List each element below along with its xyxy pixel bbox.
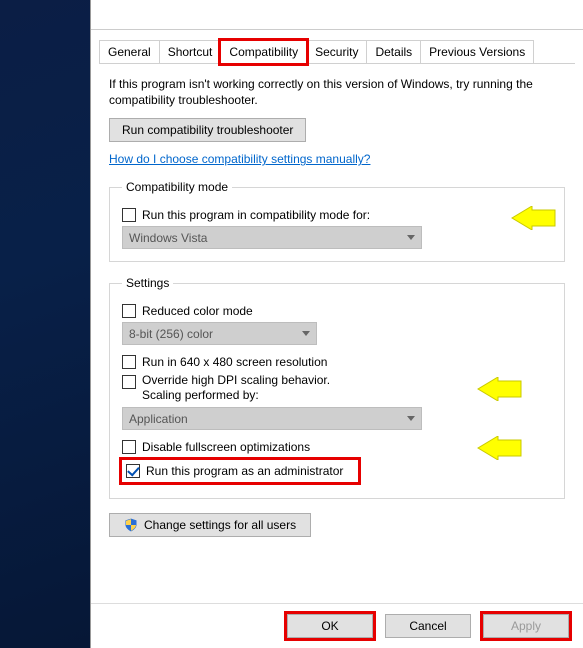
dialog-button-bar: OK Cancel Apply	[91, 603, 583, 648]
compat-mode-checkbox[interactable]	[122, 208, 136, 222]
compatibility-mode-legend: Compatibility mode	[122, 180, 232, 194]
settings-group: Settings Reduced color mode 8-bit (256) …	[109, 276, 565, 499]
change-all-users-button[interactable]: Change settings for all users	[109, 513, 311, 537]
desktop-background	[0, 0, 90, 648]
tab-details[interactable]: Details	[366, 40, 421, 63]
chevron-down-icon	[302, 331, 310, 336]
annotation-arrow-icon	[510, 206, 556, 230]
run-troubleshooter-button[interactable]: Run compatibility troubleshooter	[109, 118, 306, 142]
run-640-label: Run in 640 x 480 screen resolution	[142, 355, 327, 369]
reduced-color-label: Reduced color mode	[142, 304, 253, 318]
tab-previous-versions[interactable]: Previous Versions	[420, 40, 534, 63]
intro-text: If this program isn't working correctly …	[109, 76, 565, 108]
change-all-users-label: Change settings for all users	[144, 518, 296, 532]
color-mode-combo-value: 8-bit (256) color	[129, 327, 213, 341]
tab-content: If this program isn't working correctly …	[91, 64, 583, 547]
tab-shortcut[interactable]: Shortcut	[159, 40, 222, 63]
tab-compatibility[interactable]: Compatibility	[220, 40, 307, 64]
dpi-scaling-combo[interactable]: Application	[122, 407, 422, 430]
run-as-admin-checkbox[interactable]	[126, 464, 140, 478]
run-as-admin-label: Run this program as an administrator	[146, 464, 343, 478]
ok-button[interactable]: OK	[287, 614, 373, 638]
dpi-scaling-combo-value: Application	[129, 412, 188, 426]
tab-strip: General Shortcut Compatibility Security …	[91, 30, 583, 63]
dpi-override-checkbox[interactable]	[122, 375, 136, 389]
color-mode-combo[interactable]: 8-bit (256) color	[122, 322, 317, 345]
tab-security[interactable]: Security	[306, 40, 367, 63]
run-640-checkbox[interactable]	[122, 355, 136, 369]
disable-fullscreen-checkbox[interactable]	[122, 440, 136, 454]
annotation-arrow-icon	[476, 436, 522, 460]
shield-icon	[124, 518, 138, 532]
reduced-color-checkbox[interactable]	[122, 304, 136, 318]
compat-mode-combo-value: Windows Vista	[129, 231, 207, 245]
titlebar	[91, 0, 583, 30]
annotation-arrow-icon	[476, 377, 522, 401]
cancel-button[interactable]: Cancel	[385, 614, 471, 638]
settings-legend: Settings	[122, 276, 173, 290]
apply-button[interactable]: Apply	[483, 614, 569, 638]
chevron-down-icon	[407, 416, 415, 421]
manual-settings-link[interactable]: How do I choose compatibility settings m…	[109, 152, 370, 166]
compat-mode-label: Run this program in compatibility mode f…	[142, 208, 370, 222]
disable-fullscreen-label: Disable fullscreen optimizations	[142, 440, 310, 454]
dpi-override-label: Override high DPI scaling behavior. Scal…	[142, 373, 330, 403]
compat-mode-combo[interactable]: Windows Vista	[122, 226, 422, 249]
compatibility-mode-group: Compatibility mode Run this program in c…	[109, 180, 565, 262]
tab-general[interactable]: General	[99, 40, 160, 63]
chevron-down-icon	[407, 235, 415, 240]
properties-window: General Shortcut Compatibility Security …	[90, 0, 583, 648]
